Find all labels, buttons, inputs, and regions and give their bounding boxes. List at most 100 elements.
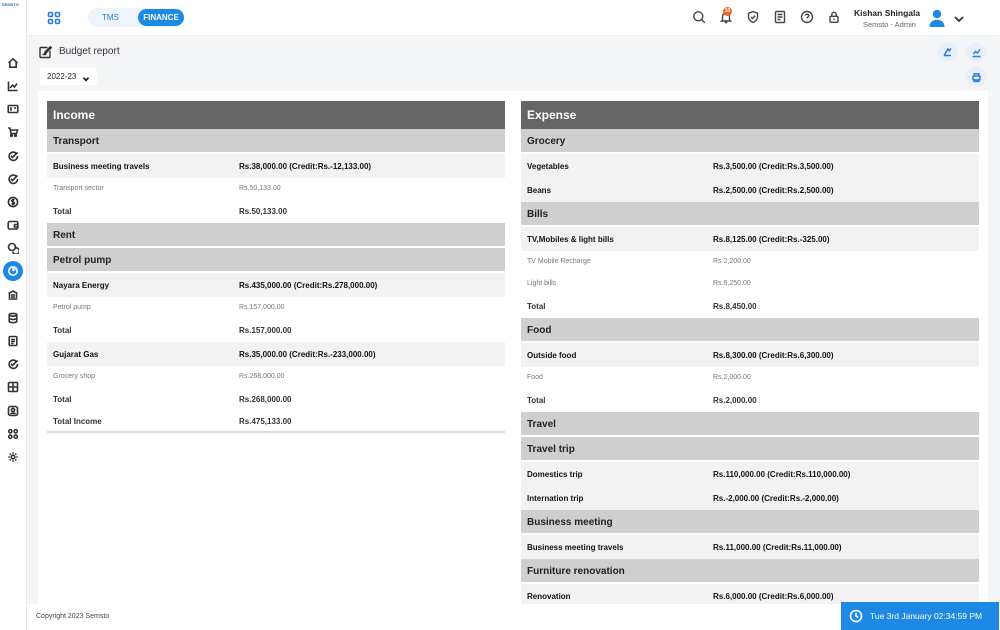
category-row: Rent (47, 223, 505, 248)
row-label: Transport (53, 136, 100, 147)
row-label: Grocery shop (53, 373, 96, 380)
row-label: Food (527, 374, 543, 381)
budget-item-row: Internation trip Rs.-2,000.00 (Credit:Rs.… (521, 486, 979, 510)
row-label: Rent (53, 230, 76, 241)
row-label: Beans (527, 186, 552, 195)
category-row: Food (521, 318, 979, 343)
row-amount: Rs.2,000.00 (713, 396, 757, 405)
category-row: Business meeting (521, 510, 979, 535)
chevron-down-icon[interactable] (953, 12, 965, 24)
user-icon[interactable] (6, 404, 20, 418)
budget-item-row: Business meeting travels Rs.11,000.00 (Cr… (521, 535, 979, 559)
row-label: Food (527, 325, 552, 336)
row-label: Bills (527, 209, 549, 220)
help-icon[interactable] (800, 10, 814, 24)
row-label: Petrol pump (53, 304, 91, 311)
row-amount: Rs.3,500.00 (Credit:Rs.3,500.00) (713, 162, 834, 171)
budget-item-row: Vegetables Rs.3,500.00 (Credit:Rs.3,500.0… (521, 154, 979, 178)
category-row: Travel (521, 412, 979, 437)
row-label: Transport sector (53, 185, 104, 192)
row-amount: Rs.6,000.00 (Credit:Rs.6,000.00) (713, 592, 834, 601)
settings-icon[interactable] (6, 450, 20, 464)
notes-icon[interactable] (773, 10, 787, 24)
row-label: Internation trip (527, 494, 584, 503)
row-label: Domestics trip (527, 470, 583, 479)
row-label: Travel (527, 419, 556, 430)
expense-title: Expense (527, 108, 577, 122)
budget-item-row: Domestics trip Rs.110,000.00 (Credit:Rs.1… (521, 462, 979, 486)
wallet-icon[interactable] (6, 218, 20, 232)
check-circle-icon[interactable] (6, 357, 20, 371)
row-label: Petrol pump (53, 255, 112, 266)
copy-button[interactable] (937, 42, 957, 62)
check-circle-icon[interactable] (6, 149, 20, 163)
row-amount: Rs.2,500.00 (Credit:Rs.2,500.00) (713, 186, 834, 195)
sub-item-row: Light bills Rs.6,250.00 (521, 273, 979, 295)
row-label: Grocery (527, 136, 566, 147)
database-icon[interactable] (6, 311, 20, 325)
expense-column: Expense Grocery Vegetables Rs.3,500.00 (Cr… (521, 101, 979, 604)
budget-item-row: TV,Mobiles & light bills Rs.8,125.00 (Cre… (521, 227, 979, 251)
year-value: 2022-23 (47, 72, 77, 81)
lock-icon[interactable] (827, 10, 841, 24)
row-label: Gujarat Gas (53, 350, 99, 359)
clock-icon (849, 609, 863, 623)
home-icon[interactable] (6, 56, 20, 70)
print-button[interactable] (966, 67, 986, 87)
row-amount: Rs.50,133.00 (239, 207, 288, 216)
budget-item-row: Beans Rs.2,500.00 (Credit:Rs.2,500.00) (521, 178, 979, 202)
bank-icon[interactable] (6, 288, 20, 302)
row-amount: Rs.38,000.00 (Credit:Rs.-12,133.00) (239, 162, 372, 171)
row-amount: Rs.-2,000.00 (Credit:Rs.-2,000.00) (713, 494, 839, 503)
copyright: Copyright 2023 Semsto (36, 613, 110, 620)
category-row: Travel trip (521, 437, 979, 462)
check-circle-icon[interactable] (6, 172, 20, 186)
tms-tab[interactable]: TMS (102, 13, 119, 22)
row-amount: Rs.268,000.00 (239, 395, 292, 404)
row-label: Total Income (53, 417, 102, 426)
sub-item-row: Transport sector Rs.50,133.00 (47, 178, 505, 200)
id-card-icon[interactable] (6, 102, 20, 116)
row-label: Total (527, 396, 546, 405)
sub-item-row: Food Rs.2,000.00 (521, 367, 979, 389)
row-label: Total (53, 207, 72, 216)
grand-total-row: Total Income Rs.475,133.00 (47, 411, 505, 433)
row-label: Business meeting travels (53, 162, 150, 171)
row-amount: Rs.2,200.00 (713, 258, 751, 265)
notification-badge: 10 (723, 7, 732, 16)
budget-item-row: Business meeting travels Rs.38,000.00 (Cr… (47, 154, 505, 178)
row-amount: Rs.157,000.00 (239, 304, 285, 311)
cart-icon[interactable] (6, 125, 20, 139)
building-icon[interactable] (6, 380, 20, 394)
row-label: Furniture renovation (527, 566, 625, 577)
budget-icon[interactable] (3, 261, 23, 281)
category-row: Bills (521, 202, 979, 227)
user-role: Semsto - Admin (863, 20, 916, 29)
row-amount: Rs.35,000.00 (Credit:Rs.-233,000.00) (239, 350, 376, 359)
sidebar: SEMSTO (0, 0, 27, 630)
chevron-down-icon (82, 72, 90, 82)
expense-header: Expense (521, 101, 979, 129)
finance-tab[interactable]: FINANCE (138, 9, 184, 26)
sub-item-row: Grocery shop Rs.268,000.00 (47, 366, 505, 388)
document-icon[interactable] (6, 334, 20, 348)
income-column: Income Transport Business meeting travels… (47, 101, 505, 433)
app-grid-icon[interactable] (47, 11, 61, 25)
avatar[interactable] (928, 8, 946, 28)
apps-icon[interactable] (6, 427, 20, 441)
chart-icon[interactable] (6, 79, 20, 93)
budget-item-row: Nayara Energy Rs.435,000.00 (Credit:Rs.27… (47, 273, 505, 297)
shield-check-icon[interactable] (746, 10, 760, 24)
row-label: Renovation (527, 592, 571, 601)
chart-view-button[interactable] (966, 42, 986, 62)
report-icon (38, 45, 53, 59)
row-label: Total (53, 395, 72, 404)
sub-item-row: TV Mobile Recharge Rs.2,200.00 (521, 251, 979, 273)
coins-icon[interactable] (6, 241, 20, 255)
total-row: Total Rs.157,000.00 (47, 319, 505, 342)
row-amount: Rs.435,000.00 (Credit:Rs.278,000.00) (239, 281, 378, 290)
dollar-icon[interactable] (6, 195, 20, 209)
year-select[interactable]: 2022-23 (40, 68, 97, 85)
search-icon[interactable] (692, 10, 706, 24)
page-title: Budget report (59, 46, 120, 57)
